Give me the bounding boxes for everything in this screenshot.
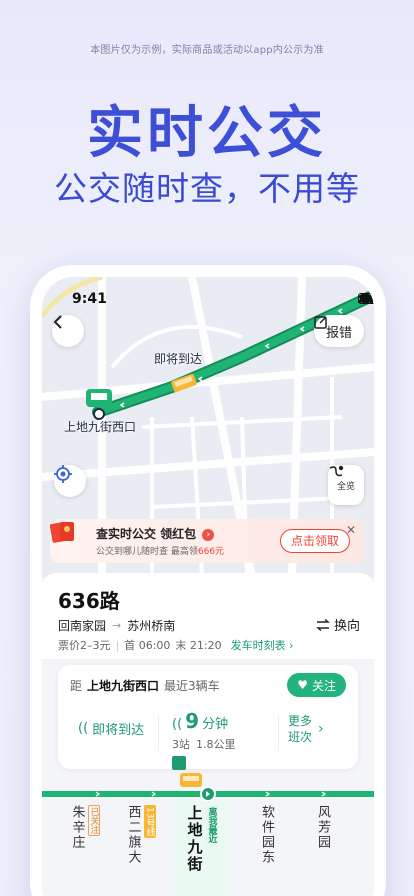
stop-item-current[interactable]: 上地九街 离我最近 [174, 801, 230, 896]
eta-stops: 3站 [172, 738, 190, 751]
headline: 实时公交 [87, 101, 327, 166]
bus-arriving-label: 即将到达 [154, 352, 203, 366]
eta-stop-name: 上地九街西口 [87, 679, 160, 693]
promo-subtitle: 公交到哪儿随时查 最高领666元 [96, 544, 224, 557]
arrow-right-icon: › [202, 529, 215, 541]
route-name: 636路 [58, 589, 120, 613]
eta-minutes: (( 9 分钟 [172, 709, 236, 733]
status-bar: 9:41 [42, 291, 374, 311]
app-screen: 9:41 报错 即将到达 上地九街西口 全览 查实时公交 领红包 › 公交到哪儿… [42, 277, 374, 896]
fare: 票价2–3元 [58, 639, 111, 652]
report-error-label: 报错 [325, 325, 352, 341]
overview-button[interactable]: 全览 [328, 465, 364, 505]
subheadline: 公交随时查，不用等 [54, 169, 360, 208]
more-label-2: 班次 [288, 730, 313, 744]
follow-label: 关注 [311, 678, 336, 693]
more-label-1: 更多 [288, 714, 313, 728]
stop-name: 风芳园 [315, 805, 330, 850]
swap-icon [316, 618, 330, 631]
map-stop-label: 上地九街西口 [64, 420, 137, 434]
phone-mockup: 9:41 报错 即将到达 上地九街西口 全览 查实时公交 领红包 › 公交到哪儿… [30, 265, 386, 896]
stop-name: 软件园东 [259, 805, 274, 865]
promo-title: 查实时公交 领红包 › [96, 525, 215, 542]
locate-button[interactable] [54, 465, 86, 497]
route-direction: 回南家园 → 苏州桥南 [58, 617, 175, 634]
overview-label: 全览 [336, 481, 355, 492]
stop-name: 上地九街 [185, 805, 204, 873]
route-info-panel: 636路 回南家园 → 苏州桥南 换向 票价2–3元 | 首 06:00 末 2… [42, 573, 374, 896]
stop-item[interactable]: 西二旗大 13号线 [112, 805, 168, 865]
stop-name: 朱辛庄 [69, 805, 85, 850]
route-destination: 苏州桥南 [127, 619, 176, 633]
swap-direction-label: 换向 [333, 619, 360, 634]
close-icon[interactable]: ✕ [346, 523, 356, 537]
eta-distance: 3站 1.8公里 [172, 736, 236, 752]
promo-title-text: 查实时公交 领红包 [96, 527, 197, 541]
battery-icon [358, 293, 374, 304]
live-signal-icon: (( [78, 721, 89, 736]
swap-direction-button[interactable]: 换向 [316, 615, 360, 634]
live-signal-icon: (( [172, 717, 183, 732]
stop-line-strip[interactable]: 朱辛庄 已关注 西二旗大 13号线 上地九街 离我最近 软件园东 风芳园 [42, 773, 374, 896]
locate-icon [54, 465, 72, 483]
stop-item[interactable]: 朱辛庄 已关注 [56, 805, 112, 850]
wheelchair-icon [172, 756, 186, 770]
back-button[interactable] [52, 315, 84, 347]
eta-minutes-number: 9 [185, 709, 200, 733]
route-origin: 回南家园 [58, 619, 107, 633]
promo-subtitle-text: 公交到哪儿随时查 最高领 [96, 547, 198, 557]
chevron-right-icon[interactable]: › [318, 721, 324, 737]
stop-item[interactable]: 软件园东 [238, 805, 294, 865]
eta-first-bus: (( 即将到达 [78, 719, 144, 738]
eta-arriving: 即将到达 [92, 723, 145, 738]
route-track [42, 773, 374, 802]
stop-tag: 离我最近 [205, 805, 218, 845]
eta-second-bus: (( 9 分钟 3站 1.8公里 [172, 709, 236, 770]
clock: 9:41 [72, 291, 107, 307]
stop-item[interactable]: 风芳园 [294, 805, 350, 850]
route-meta: 票价2–3元 | 首 06:00 末 21:20 发车时刻表 › [58, 637, 294, 653]
follow-button[interactable]: ♥ 关注 [287, 673, 346, 697]
promo-amount: 666元 [197, 547, 225, 557]
divider: | [115, 638, 120, 652]
route-overview-icon [329, 465, 344, 477]
eta-nearest: 最近3辆车 [164, 679, 220, 693]
disclaimer-text: 本图片仅为示例，实际商品或活动以app内公示为准 [90, 45, 324, 56]
heart-icon: ♥ [297, 678, 308, 692]
eta-minutes-unit: 分钟 [202, 717, 229, 732]
first-bus-time: 首 06:00 [124, 639, 171, 652]
stop-tag: 已关注 [87, 805, 100, 836]
report-error-button[interactable]: 报错 [313, 315, 364, 347]
stop-tag: 13号线 [143, 805, 156, 839]
divider [158, 715, 159, 751]
edit-icon [314, 316, 327, 329]
chevron-left-icon [53, 315, 62, 329]
eta-prefix: 距 [70, 679, 83, 693]
more-buses-button[interactable]: 更多 班次 [288, 713, 312, 745]
claim-button[interactable]: 点击领取 [280, 529, 351, 553]
eta-km: 1.8公里 [196, 738, 236, 751]
arrow-right-icon: → [112, 619, 122, 632]
stop-name: 西二旗大 [125, 805, 141, 865]
eta-card: 距 上地九街西口 最近3辆车 ♥ 关注 (( 即将到达 (( 9 分钟 3站 1… [58, 665, 358, 770]
red-envelope-icon [50, 522, 74, 543]
promo-banner[interactable]: 查实时公交 领红包 › 公交到哪儿随时查 最高领666元 点击领取 ✕ [50, 519, 364, 563]
last-bus-time: 末 21:20 [175, 639, 222, 652]
route-header-card: 636路 回南家园 → 苏州桥南 换向 票价2–3元 | 首 06:00 末 2… [42, 573, 374, 659]
eta-header: 距 上地九街西口 最近3辆车 [70, 677, 220, 694]
divider [278, 715, 279, 751]
map-view[interactable]: 9:41 报错 即将到达 上地九街西口 全览 查实时公交 领红包 › 公交到哪儿… [42, 277, 374, 577]
timetable-link[interactable]: 发车时刻表 › [231, 637, 294, 653]
